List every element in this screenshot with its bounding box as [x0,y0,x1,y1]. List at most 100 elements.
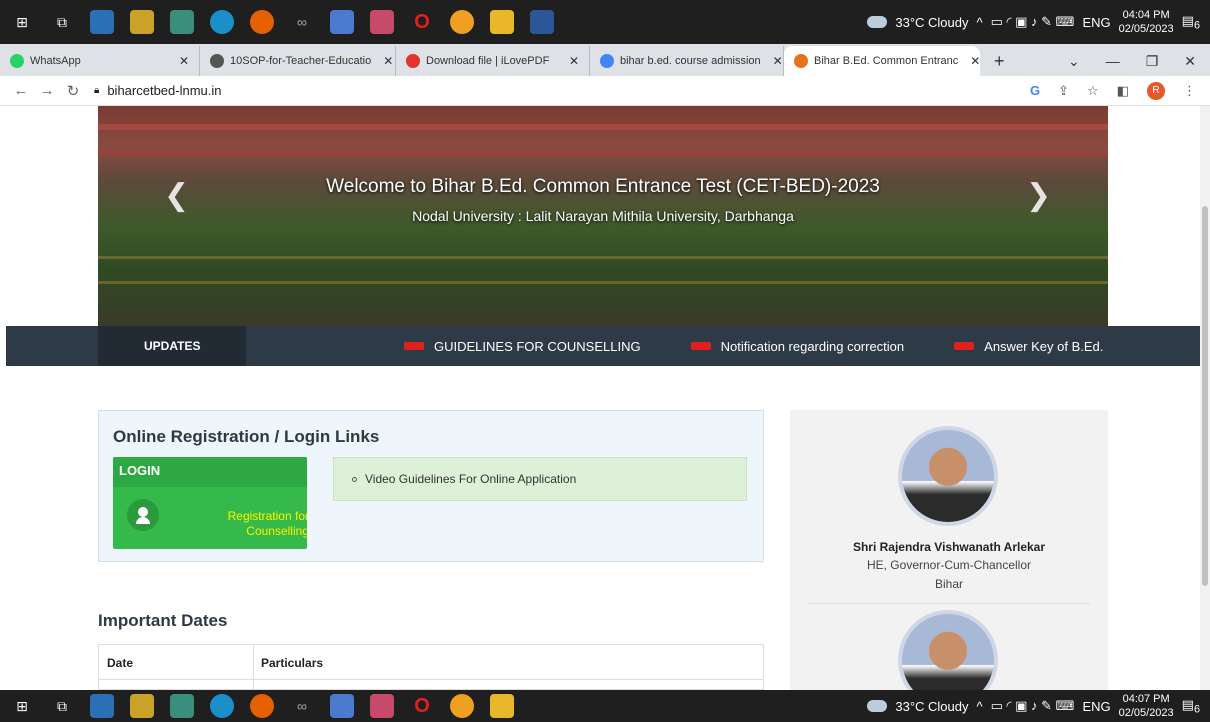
notification-count: 6 [1193,703,1200,716]
windows-start-icon[interactable]: ⊞ [10,694,34,718]
notification-icon[interactable]: ▤6 [1182,13,1200,32]
tray-icons[interactable]: ▭ ◜ ▣ ♪ ✎ ⌨ [991,14,1075,30]
edge-browser-icon[interactable] [210,694,234,718]
app-icon-1[interactable] [90,10,114,34]
task-view-icon[interactable]: ⧉ [50,10,74,34]
calculator-app-icon[interactable] [130,10,154,34]
edge-browser-icon[interactable] [210,10,234,34]
close-icon[interactable]: ✕ [563,54,579,68]
dignitaries-panel: Shri Rajendra Vishwanath Arlekar HE, Gov… [790,410,1108,690]
app-icon-2[interactable] [330,10,354,34]
important-dates-title: Important Dates [98,611,228,630]
file-explorer-icon[interactable] [490,694,514,718]
tray-chevron-up-icon[interactable]: ^ [977,15,983,30]
scrollbar-thumb[interactable] [1202,206,1208,586]
new-badge-icon [954,342,975,350]
chrome-browser-icon[interactable] [450,694,474,718]
infinity-app-icon[interactable]: ∞ [290,10,314,34]
tab-ilovepdf[interactable]: Download file | iLovePDF ✕ [396,46,590,76]
clock-time: 04:07 PM [1122,693,1170,705]
google-icon [600,54,614,68]
firefox-browser-icon[interactable] [250,694,274,718]
ticker-item[interactable]: GUIDELINES FOR COUNSELLING [404,339,641,354]
close-icon[interactable]: ✕ [173,54,189,68]
system-tray: 33°C Cloudy ^ ▭ ◜ ▣ ♪ ✎ ⌨ ENG 04:04 PM 0… [867,8,1210,36]
tab-search-chevron-icon[interactable]: ⌄ [1068,53,1080,70]
tab-label: Bihar B.Ed. Common Entranc [814,55,959,67]
tab-google-search[interactable]: bihar b.ed. course admission ✕ [590,46,784,76]
tab-label: WhatsApp [30,55,81,67]
ticker-item[interactable]: Answer Key of B.Ed. [954,339,1103,354]
new-badge-icon [690,342,711,350]
app-icon-1[interactable] [90,694,114,718]
web-page: ❮ ❯ Welcome to Bihar B.Ed. Common Entran… [0,106,1200,690]
opera-browser-icon[interactable]: O [410,694,434,718]
opera-browser-icon[interactable]: O [410,10,434,34]
ticker-item-text: GUIDELINES FOR COUNSELLING [434,338,641,354]
firefox-browser-icon[interactable] [250,10,274,34]
clock[interactable]: 04:04 PM 02/05/2023 [1119,8,1174,36]
windows-taskbar-bottom: ⊞ ⧉ ∞ O 33°C Cloudy ^ ▭ ◜ ▣ ♪ ✎ ⌨ ENG 04… [0,690,1210,722]
task-view-icon[interactable]: ⧉ [50,694,74,718]
bookmark-star-icon[interactable]: ☆ [1087,83,1099,99]
updates-bar: UPDATES GUIDELINES FOR COUNSELLING Notif… [6,326,1200,366]
file-explorer-icon[interactable] [490,10,514,34]
snipping-tool-icon[interactable] [170,10,194,34]
close-icon[interactable]: ✕ [964,54,980,68]
calculator-app-icon[interactable] [130,694,154,718]
site-logo-icon [794,54,808,68]
ticker-item[interactable]: Notification regarding correction [690,339,904,354]
browser-tab-bar: WhatsApp ✕ 10SOP-for-Teacher-Educatio ✕ … [0,44,1210,76]
tray-chevron-up-icon[interactable]: ^ [977,699,983,714]
close-window-icon[interactable]: ✕ [1184,53,1196,70]
back-arrow-icon[interactable]: ← [8,82,34,99]
language-indicator[interactable]: ENG [1082,15,1110,30]
tray-icons[interactable]: ▭ ◜ ▣ ♪ ✎ ⌨ [991,698,1075,714]
lock-icon: 🔒︎ [94,85,100,96]
close-icon[interactable]: ✕ [767,54,783,68]
weather-text[interactable]: 33°C Cloudy [895,15,968,30]
close-icon[interactable]: ✕ [377,54,393,68]
registration-counselling-link[interactable]: Registration for Counselling [183,509,307,539]
app-icon-2[interactable] [330,694,354,718]
banner-title: Welcome to Bihar B.Ed. Common Entrance T… [326,176,880,197]
login-tile[interactable]: LOGIN Registration for Counselling [113,457,307,549]
tab-whatsapp[interactable]: WhatsApp ✕ [0,46,200,76]
reload-icon[interactable]: ↻ [60,82,86,100]
infinity-app-icon[interactable]: ∞ [290,694,314,718]
forward-arrow-icon[interactable]: → [34,82,60,99]
banner-subtitle: Nodal University : Lalit Narayan Mithila… [412,208,794,224]
google-translate-icon[interactable]: G [1030,83,1040,98]
tab-sop[interactable]: 10SOP-for-Teacher-Educatio ✕ [200,46,396,76]
menu-kebab-icon[interactable]: ⋮ [1183,83,1196,99]
login-header: LOGIN [113,457,307,487]
address-bar[interactable]: 🔒︎ biharcetbed-lnmu.in [94,83,222,98]
new-tab-button[interactable]: + [980,46,1019,76]
person-role: HE, Governor-Cum-Chancellor [866,558,1032,572]
snipping-tool-icon[interactable] [170,694,194,718]
restore-icon[interactable]: ❐ [1146,53,1159,70]
language-indicator[interactable]: ENG [1082,699,1110,714]
cloud-icon [867,700,888,712]
video-guidelines-link[interactable]: Video Guidelines For Online Application [365,472,576,486]
minimize-icon[interactable]: — [1106,53,1120,69]
page-scrollbar[interactable] [1200,106,1210,690]
column-header-date: Date [107,656,134,670]
weather-text[interactable]: 33°C Cloudy [895,699,968,714]
notification-icon[interactable]: ▤6 [1182,697,1200,716]
clock-date: 02/05/2023 [1118,23,1174,35]
windows-start-icon[interactable]: ⊞ [10,10,34,34]
word-app-icon[interactable] [530,10,554,34]
registration-panel: Online Registration / Login Links LOGIN … [98,410,764,562]
paint-app-icon[interactable] [370,694,394,718]
tab-bihar-bed[interactable]: Bihar B.Ed. Common Entranc ✕ [784,46,980,76]
paint-app-icon[interactable] [370,10,394,34]
url-text: biharcetbed-lnmu.in [107,83,222,98]
chrome-browser-icon[interactable] [450,10,474,34]
profile-avatar[interactable]: R [1147,81,1165,100]
side-panel-icon[interactable]: ◧ [1117,83,1129,99]
clock-time: 04:04 PM [1122,9,1170,21]
updates-label: UPDATES [98,326,246,366]
share-icon[interactable]: ⇪ [1058,83,1069,99]
clock[interactable]: 04:07 PM 02/05/2023 [1119,692,1174,720]
